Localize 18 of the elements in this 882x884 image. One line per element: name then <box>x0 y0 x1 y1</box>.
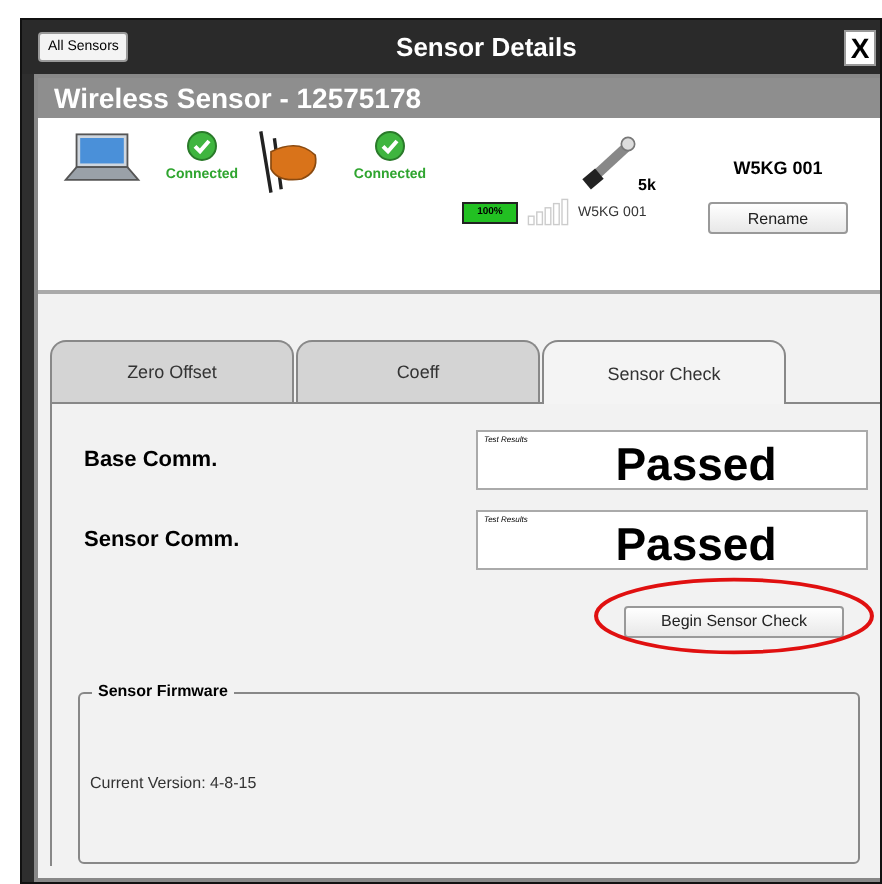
begin-sensor-check-button[interactable]: Begin Sensor Check <box>624 605 844 637</box>
rename-button[interactable]: Rename <box>708 202 848 234</box>
tab[interactable]: Sensor Check <box>542 340 786 404</box>
check-label: Base Comm. <box>84 448 220 472</box>
capacity-label: 5k <box>638 176 656 194</box>
tab[interactable]: Zero Offset <box>50 340 294 402</box>
check-label: Sensor Comm. <box>84 528 242 552</box>
window-title: Sensor Details <box>394 32 579 62</box>
firmware-version: Current Version: 4-8-15 <box>90 774 257 792</box>
router-icon <box>254 126 322 198</box>
tab[interactable]: Coeff <box>296 340 540 402</box>
device-name: W5KG 001 <box>733 158 823 178</box>
firmware-title: Sensor Firmware <box>92 682 234 700</box>
close-button[interactable]: X <box>844 29 876 65</box>
load-cell-icon <box>578 134 638 194</box>
signal-bars-icon <box>526 198 570 226</box>
sensor-header: Wireless Sensor - 12575178 <box>38 78 880 118</box>
laptop-icon <box>62 130 142 186</box>
